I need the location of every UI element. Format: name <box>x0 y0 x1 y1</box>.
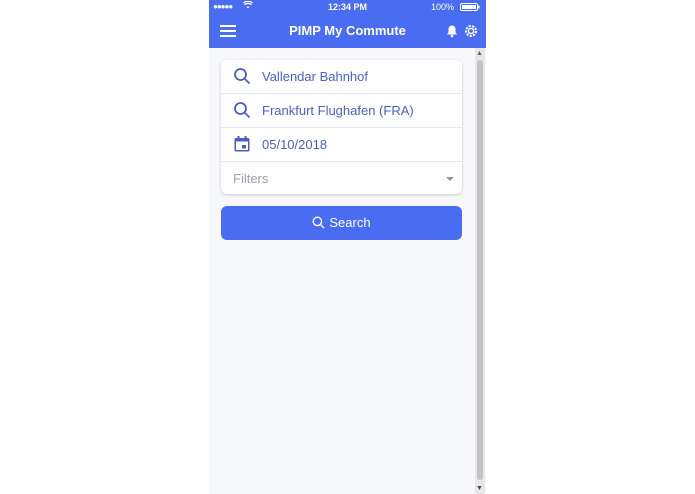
calendar-icon <box>233 135 251 153</box>
date-field[interactable]: 05/10/2018 <box>221 128 462 162</box>
search-icon <box>233 101 251 119</box>
search-button-label: Search <box>329 215 371 230</box>
scrollbar-thumb[interactable] <box>477 60 483 480</box>
origin-field[interactable]: Vallendar Bahnhof <box>221 60 462 94</box>
filters-dropdown[interactable]: Filters <box>221 161 462 194</box>
status-bar: ●●●●● 12:34 PM 100% <box>209 0 486 14</box>
bell-icon[interactable] <box>445 24 459 38</box>
settings-icon[interactable] <box>464 24 478 38</box>
app-screen: ●●●●● 12:34 PM 100% PIMP My Commute Vall… <box>209 0 486 494</box>
destination-field[interactable]: Frankfurt Flughafen (FRA) <box>221 94 462 128</box>
app-header: PIMP My Commute <box>209 14 486 48</box>
scrollbar[interactable]: ▲ ▼ <box>475 48 485 494</box>
search-icon <box>233 67 251 85</box>
filters-placeholder: Filters <box>233 171 269 186</box>
search-button[interactable]: Search <box>221 206 462 240</box>
scroll-down-arrow-icon[interactable]: ▼ <box>476 485 483 493</box>
battery-icon <box>460 3 480 11</box>
search-button-content: Search <box>221 215 462 230</box>
search-form-card: Vallendar Bahnhof Frankfurt Flughafen (F… <box>221 60 462 194</box>
origin-value: Vallendar Bahnhof <box>262 69 369 84</box>
scroll-up-arrow-icon[interactable]: ▲ <box>476 50 483 58</box>
date-value: 05/10/2018 <box>262 137 328 152</box>
destination-value: Frankfurt Flughafen (FRA) <box>262 103 414 118</box>
search-icon <box>312 216 325 229</box>
caret-down-icon <box>446 177 454 181</box>
battery-percentage: 100% <box>430 2 454 12</box>
